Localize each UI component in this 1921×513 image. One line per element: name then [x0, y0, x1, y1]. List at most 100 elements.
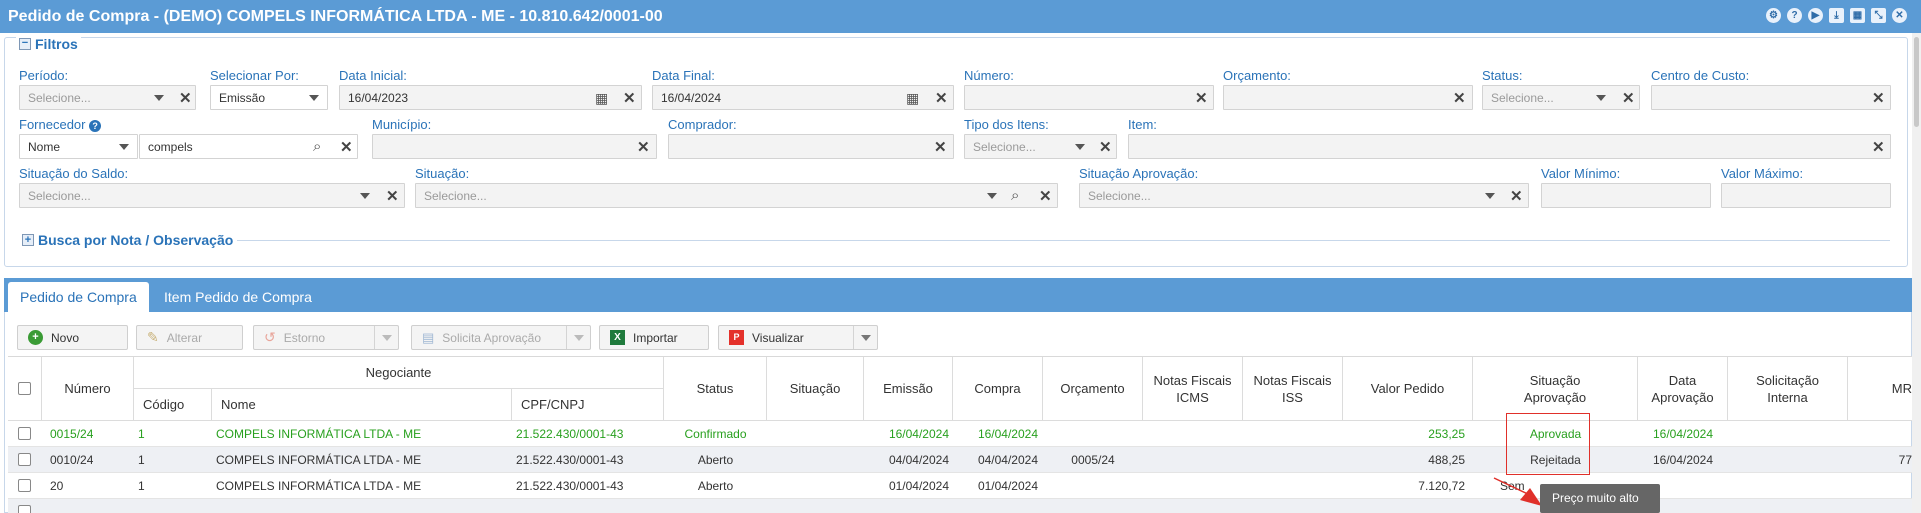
header-select-all[interactable]: [8, 357, 42, 421]
numero-input[interactable]: ✕: [964, 85, 1214, 110]
data-final-input[interactable]: 16/04/2024 ▦ ✕: [652, 85, 954, 110]
tipo-itens-select[interactable]: Selecione... ✕: [964, 134, 1117, 159]
clear-icon[interactable]: ✕: [934, 138, 947, 156]
clear-icon[interactable]: ✕: [623, 89, 636, 107]
expand-plus-icon[interactable]: +: [22, 234, 34, 246]
estorno-dropdown[interactable]: [374, 326, 398, 349]
clear-icon[interactable]: ✕: [1622, 89, 1635, 107]
search-icon[interactable]: ⌕: [313, 138, 321, 155]
select-all-checkbox[interactable]: [18, 382, 31, 395]
header-nf-iss-line2: ISS: [1282, 389, 1303, 405]
table-row[interactable]: 0010/24 1 COMPELS INFORMÁTICA LTDA - ME …: [8, 447, 1912, 473]
visualizar-dropdown[interactable]: [853, 326, 877, 349]
clear-icon[interactable]: ✕: [935, 89, 948, 107]
clear-icon[interactable]: ✕: [386, 187, 399, 205]
header-compra[interactable]: Compra: [953, 357, 1043, 421]
header-codigo[interactable]: Código: [134, 389, 212, 421]
page-scrollbar[interactable]: [1912, 33, 1921, 513]
clear-icon[interactable]: ✕: [1872, 89, 1885, 107]
periodo-select[interactable]: Selecione... ✕: [19, 85, 196, 110]
download-icon[interactable]: ⤓: [1829, 8, 1844, 23]
clear-icon[interactable]: ✕: [1872, 138, 1885, 156]
selecionar-por-select[interactable]: Emissão: [210, 85, 328, 110]
clear-icon[interactable]: ✕: [637, 138, 650, 156]
filters-legend[interactable]: − Filtros: [16, 36, 81, 52]
clear-icon[interactable]: ✕: [1453, 89, 1466, 107]
header-cpf[interactable]: CPF/CNPJ: [512, 389, 664, 421]
search-icon[interactable]: ⌕: [1011, 187, 1019, 204]
municipio-input[interactable]: ✕: [372, 134, 657, 159]
help-icon[interactable]: ?: [89, 120, 102, 132]
comprador-input[interactable]: ✕: [668, 134, 954, 159]
valor-maximo-input[interactable]: [1721, 183, 1891, 208]
clear-icon[interactable]: ✕: [340, 138, 353, 156]
situacao-select[interactable]: Selecione... ⌕ ✕: [415, 183, 1058, 208]
visualizar-button[interactable]: P Visualizar: [718, 325, 878, 350]
tab-item-pedido-compra[interactable]: Item Pedido de Compra: [152, 282, 324, 312]
header-situacao[interactable]: Situação: [767, 357, 864, 421]
row-checkbox[interactable]: [18, 505, 31, 513]
calendar-icon[interactable]: ▦: [1850, 8, 1865, 23]
solicita-aprovacao-dropdown[interactable]: [566, 326, 590, 349]
calendar-icon[interactable]: ▦: [595, 90, 608, 107]
scrollbar-thumb[interactable]: [1914, 37, 1919, 127]
fornecedor-type-select[interactable]: Nome: [19, 134, 138, 159]
novo-button[interactable]: + Novo: [17, 325, 128, 350]
fornecedor-label-text: Fornecedor: [19, 117, 86, 132]
help-icon[interactable]: ?: [1787, 8, 1802, 23]
header-mr[interactable]: MR: [1848, 357, 1912, 421]
cell-orcamento: 0005/24: [1071, 453, 1115, 467]
busca-nota-toggle[interactable]: + Busca por Nota / Observação: [22, 232, 238, 248]
tooltip: Preço muito alto: [1540, 484, 1660, 513]
situacao-label: Situação:: [415, 166, 470, 181]
row-checkbox[interactable]: [18, 427, 31, 440]
calendar-icon[interactable]: ▦: [906, 90, 919, 107]
header-nf-icms[interactable]: Notas Fiscais ICMS: [1143, 357, 1243, 421]
gear-icon[interactable]: ⚙: [1766, 8, 1781, 23]
solicita-aprovacao-button[interactable]: ▤ Solicita Aprovação: [411, 325, 591, 350]
cell-valor: 253,25: [1428, 427, 1465, 441]
collapse-minus-icon[interactable]: −: [19, 38, 31, 50]
clear-icon[interactable]: ✕: [1195, 89, 1208, 107]
header-orcamento[interactable]: Orçamento: [1043, 357, 1143, 421]
header-sit-aprov-line1: Situação: [1529, 372, 1581, 388]
centro-custo-input[interactable]: ✕: [1651, 85, 1891, 110]
fornecedor-input[interactable]: compels ⌕ ✕: [139, 134, 358, 159]
status-select[interactable]: Selecione... ✕: [1482, 85, 1640, 110]
chevron-down-icon: [1485, 193, 1495, 199]
orcamento-input[interactable]: ✕: [1223, 85, 1473, 110]
clear-icon[interactable]: ✕: [1039, 187, 1052, 205]
cell-compra: 01/04/2024: [977, 479, 1038, 493]
estorno-button[interactable]: ↺ Estorno: [253, 325, 399, 350]
header-solicitacao-interna[interactable]: Solicitação Interna: [1728, 357, 1848, 421]
close-icon[interactable]: ✕: [1892, 8, 1907, 23]
header-status[interactable]: Status: [664, 357, 767, 421]
importar-button[interactable]: X Importar: [599, 325, 709, 350]
clear-icon[interactable]: ✕: [1099, 138, 1112, 156]
header-situacao-aprovacao[interactable]: Situação Aprovação: [1473, 357, 1638, 421]
clear-icon[interactable]: ✕: [179, 89, 192, 107]
header-data-aprovacao[interactable]: Data Aprovação: [1638, 357, 1728, 421]
item-input[interactable]: ✕: [1128, 134, 1891, 159]
play-icon[interactable]: ▶: [1808, 8, 1823, 23]
tab-pedido-compra[interactable]: Pedido de Compra: [8, 282, 149, 312]
header-nome[interactable]: Nome: [212, 389, 512, 421]
data-inicial-input[interactable]: 16/04/2023 ▦ ✕: [339, 85, 642, 110]
situacao-saldo-select[interactable]: Selecione... ✕: [19, 183, 405, 208]
cell-numero: 0015/24: [50, 427, 94, 441]
collapse-icon[interactable]: ⤡: [1871, 8, 1886, 23]
table-row[interactable]: 0015/24 1 COMPELS INFORMÁTICA LTDA - ME …: [8, 421, 1912, 447]
cell-cpf: 21.522.430/0001-43: [516, 453, 624, 467]
header-valor-pedido[interactable]: Valor Pedido: [1343, 357, 1473, 421]
header-nf-iss[interactable]: Notas Fiscais ISS: [1243, 357, 1343, 421]
row-checkbox[interactable]: [18, 453, 31, 466]
situacao-aprovacao-select[interactable]: Selecione... ✕: [1079, 183, 1529, 208]
header-sol-interna-line2: Interna: [1767, 389, 1808, 405]
valor-minimo-input[interactable]: [1541, 183, 1711, 208]
clear-icon[interactable]: ✕: [1510, 187, 1523, 205]
header-emissao[interactable]: Emissão: [864, 357, 953, 421]
header-numero[interactable]: Número: [42, 357, 134, 421]
row-checkbox[interactable]: [18, 479, 31, 492]
alterar-button[interactable]: ✎ Alterar: [136, 325, 243, 350]
cell-emissao: 16/04/2024: [888, 427, 949, 441]
